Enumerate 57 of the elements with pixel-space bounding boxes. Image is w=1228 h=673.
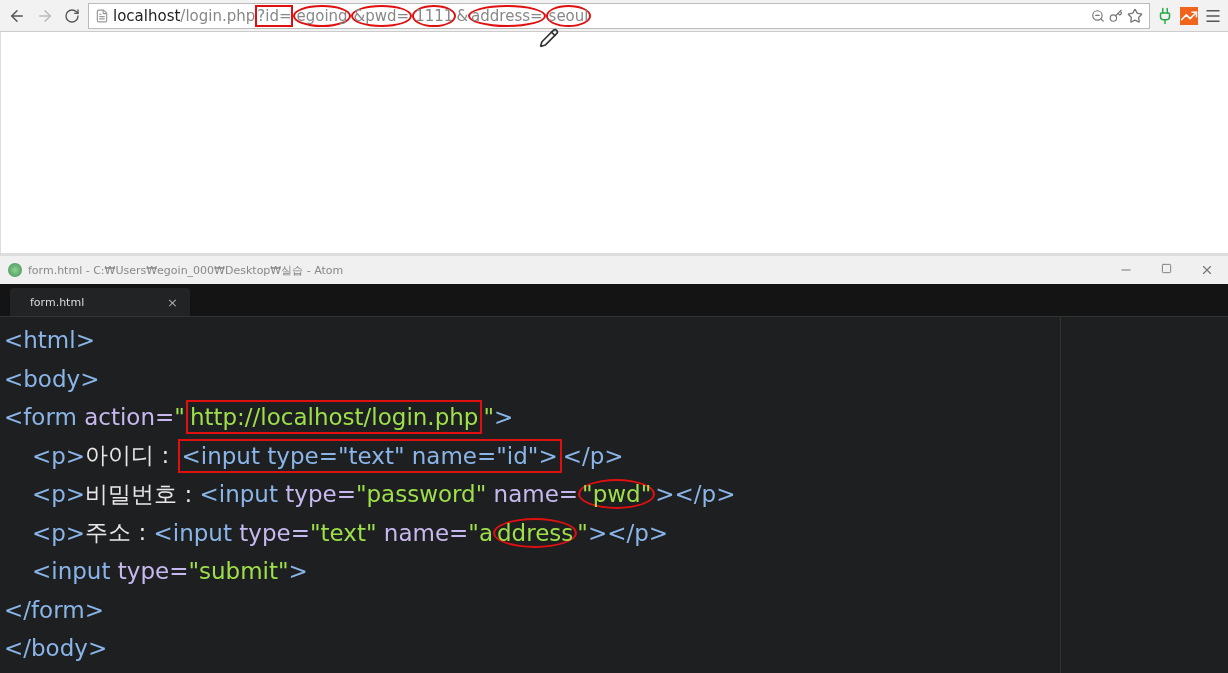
url-text: /login.php <box>180 6 256 25</box>
code-token: <form <box>4 404 77 431</box>
url-text: & <box>456 6 469 25</box>
chart-icon[interactable] <box>1180 6 1198 25</box>
code-token: <input <box>199 481 278 508</box>
url-text: &pwd= <box>350 4 413 27</box>
code-token: " <box>577 519 588 546</box>
code-token: type= <box>116 558 189 585</box>
code-token: "text" <box>309 519 377 546</box>
url-text: seoul <box>545 4 592 27</box>
code-token: <input <box>153 519 232 546</box>
code-token: </form> <box>4 596 104 623</box>
code-token: ></p> <box>655 481 736 508</box>
code-token: 주소 : <box>85 518 148 548</box>
pencil-icon <box>539 28 559 48</box>
code-token: 비밀번호 : <box>85 479 194 509</box>
tab-close-button[interactable]: × <box>167 294 178 310</box>
zoom-icon[interactable] <box>1091 8 1105 23</box>
close-icon[interactable] <box>1200 263 1214 277</box>
url-text: 1111 <box>412 4 457 27</box>
code-token: name= <box>382 519 469 546</box>
url-text: localhost <box>113 6 181 25</box>
code-token: </body> <box>4 635 108 662</box>
code-token: ></p> <box>587 519 669 546</box>
code-token: ddress <box>493 517 578 548</box>
address-bar[interactable]: localhost/login.php?id= egoing &pwd= 1111 & address= seoul <box>88 2 1150 29</box>
code-token: </p> <box>562 442 624 469</box>
code-token: "pwd" <box>578 479 656 510</box>
url-text: address= <box>468 4 546 27</box>
code-token: <p> <box>32 481 86 508</box>
code-token: action= <box>83 404 175 431</box>
code-token: 아이디 : <box>85 441 171 471</box>
window-title: form.html - C:₩Users₩egoin_000₩Desktop₩실습 - Atom <box>28 262 344 278</box>
bookmark-star-icon[interactable] <box>1127 7 1143 24</box>
editor-tab[interactable]: form.html × <box>10 288 190 316</box>
code-token: "a <box>468 519 493 546</box>
code-token: <body> <box>4 365 100 392</box>
code-token: <p> <box>32 519 86 546</box>
url-text: ?id= <box>257 6 292 25</box>
code-token: " <box>483 404 495 431</box>
app-icon <box>8 263 22 277</box>
code-token: <p> <box>32 442 86 469</box>
code-token: <input <box>32 558 111 585</box>
code-token: <html> <box>4 327 95 354</box>
code-token: type= <box>284 481 356 508</box>
code-token: "password" <box>355 481 487 508</box>
page-icon <box>95 8 109 23</box>
code-token: name= <box>492 481 579 508</box>
code-token: type= <box>238 519 310 546</box>
code-token: > <box>288 558 308 585</box>
key-icon[interactable] <box>1109 8 1123 23</box>
code-token: "submit" <box>188 558 289 585</box>
reload-button[interactable] <box>62 7 82 24</box>
code-token: " <box>174 404 185 431</box>
maximize-icon[interactable] <box>1161 263 1172 274</box>
code-token: > <box>494 404 514 431</box>
url-text: egoing <box>293 4 351 27</box>
